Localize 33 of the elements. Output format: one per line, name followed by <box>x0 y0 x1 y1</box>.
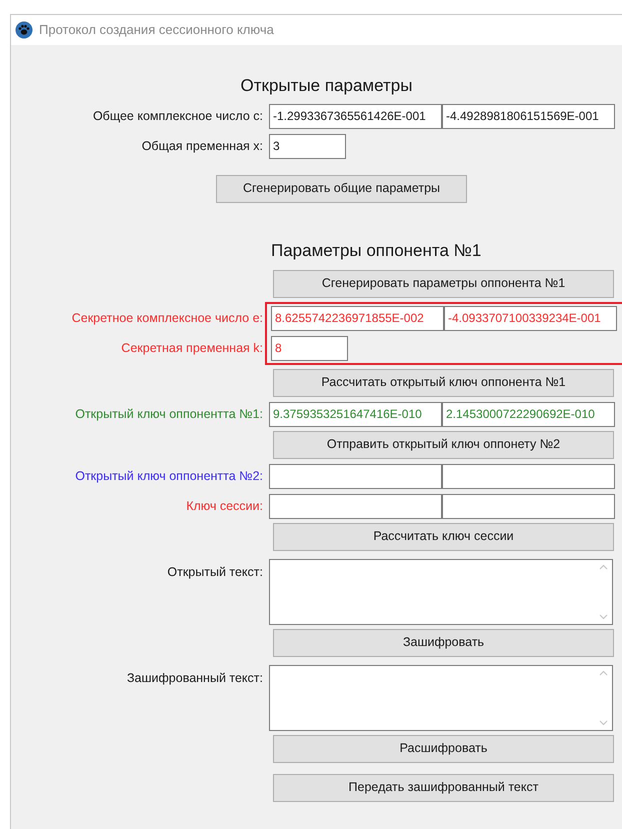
field-label: Зашифрованный текст: <box>127 670 263 687</box>
section-heading: Параметры оппонента №1 <box>271 240 482 260</box>
field-label: Ключ сессии: <box>186 498 263 515</box>
window-title: Протокол создания сессионного ключа <box>39 21 274 40</box>
action-button[interactable]: Передать зашифрованный текст <box>273 774 614 802</box>
text-field[interactable]: 3 <box>269 134 346 158</box>
action-button[interactable]: Зашифровать <box>273 628 614 656</box>
text-field[interactable] <box>269 464 442 488</box>
field-label: Открытый текст: <box>167 564 263 581</box>
paw-icon <box>15 21 33 39</box>
text-field[interactable]: -4.4928981806151569E-001 <box>442 104 615 128</box>
action-button[interactable]: Отправить открытый ключ оппонету №2 <box>273 430 614 458</box>
action-button[interactable]: Рассчитать ключ сессии <box>273 522 614 550</box>
section-heading: Открытые параметры <box>240 75 412 97</box>
text-field[interactable]: -4.0933707100339234E-001 <box>444 306 617 330</box>
text-field[interactable]: 2.1453000722290692E-010 <box>442 402 615 426</box>
text-field[interactable] <box>442 494 615 518</box>
text-field[interactable]: 8 <box>271 336 348 360</box>
text-field[interactable]: 9.3759353251647416E-010 <box>269 402 442 426</box>
field-label: Открытый ключ оппонентта №2: <box>75 468 263 485</box>
field-label: Секретная пременная k: <box>121 340 263 357</box>
field-label: Общее комплексное число c: <box>92 108 263 125</box>
action-button[interactable]: Сгенерировать общие параметры <box>216 174 467 202</box>
action-button[interactable]: Расшифровать <box>273 734 614 762</box>
field-label: Общая пременная x: <box>142 138 263 155</box>
text-field[interactable]: 8.6255742236971855E-002 <box>271 306 444 330</box>
action-button[interactable]: Рассчитать открытый ключ оппонента №1 <box>273 368 614 396</box>
field-label: Открытый ключ оппонентта №1: <box>75 406 263 423</box>
text-field[interactable] <box>442 464 615 488</box>
text-field[interactable] <box>269 494 442 518</box>
field-label: Секретное комплексное число e: <box>72 310 263 327</box>
action-button[interactable]: Сгенерировать параметры оппонента №1 <box>273 270 614 298</box>
text-field[interactable]: -1.2993367365561426E-001 <box>269 104 442 128</box>
